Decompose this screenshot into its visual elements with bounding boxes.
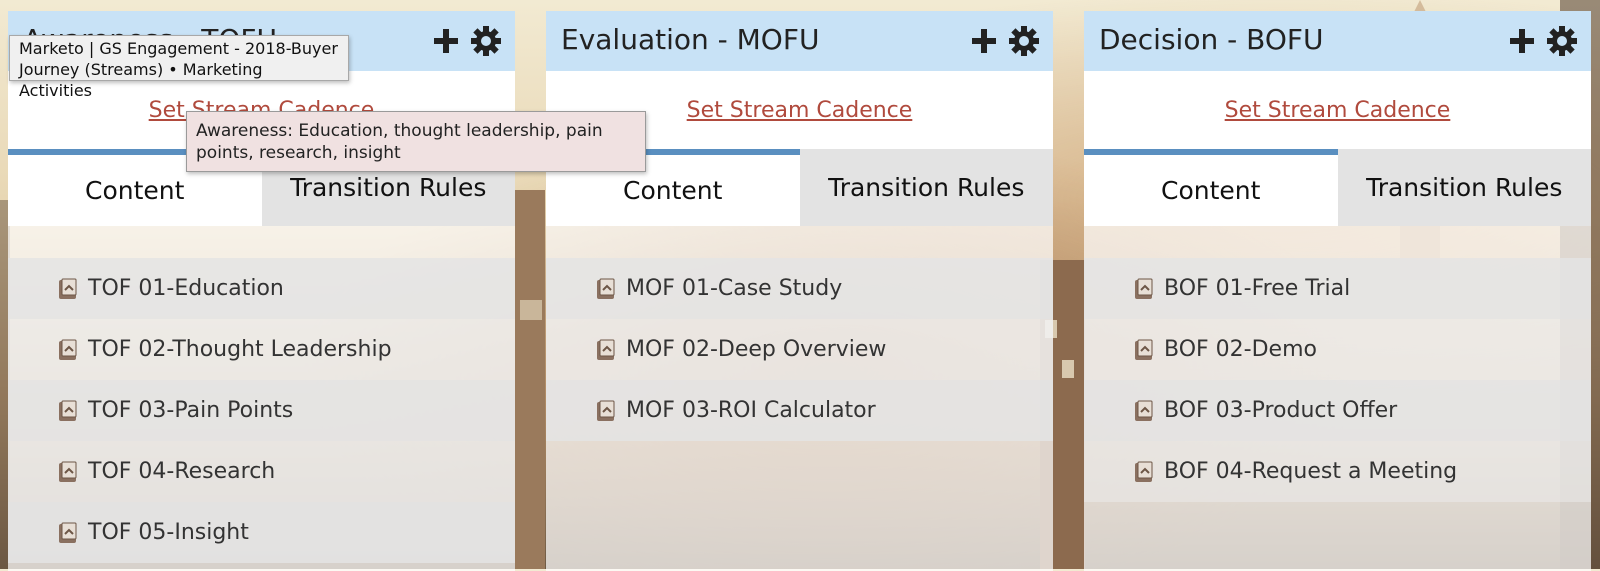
stream-evaluation: Evaluation - MOFU Set Stream Cadence Con… — [546, 11, 1053, 571]
list-item[interactable]: BOF 03-Product Offer — [1084, 380, 1591, 441]
list-item-label: MOF 01-Case Study — [626, 276, 843, 301]
tab-content[interactable]: Content — [1084, 149, 1338, 226]
list-item-label: TOF 01-Education — [88, 276, 284, 301]
list-item[interactable]: BOF 02-Demo — [1084, 319, 1591, 380]
stream-header: Evaluation - MOFU — [546, 11, 1053, 71]
email-icon — [59, 339, 77, 360]
email-icon — [597, 400, 615, 421]
content-list: TOF 01-Education TOF 02-Thought Leadersh… — [8, 258, 515, 563]
email-icon — [1135, 339, 1153, 360]
stream-decision: Decision - BOFU Set Stream Cadence Conte… — [1084, 11, 1591, 571]
stream-title[interactable]: Decision - BOFU — [1099, 23, 1323, 56]
list-item[interactable]: TOF 03-Pain Points — [8, 380, 515, 441]
list-item-label: BOF 04-Request a Meeting — [1164, 459, 1458, 484]
plus-icon[interactable] — [967, 24, 1001, 58]
email-icon — [597, 278, 615, 299]
gear-icon[interactable] — [1007, 24, 1041, 58]
gear-icon[interactable] — [469, 24, 503, 58]
set-stream-cadence-link[interactable]: Set Stream Cadence — [687, 98, 913, 123]
list-item[interactable]: MOF 03-ROI Calculator — [546, 380, 1053, 441]
list-item-label: TOF 05-Insight — [88, 520, 249, 545]
list-item[interactable]: TOF 04-Research — [8, 441, 515, 502]
stream-title[interactable]: Evaluation - MOFU — [561, 23, 819, 56]
list-item[interactable]: BOF 04-Request a Meeting — [1084, 441, 1591, 502]
stream-header: Decision - BOFU — [1084, 11, 1591, 71]
email-icon — [597, 339, 615, 360]
stream-tabs: Content Transition Rules — [1084, 149, 1591, 226]
list-item-label: TOF 03-Pain Points — [88, 398, 294, 423]
list-item-label: MOF 02-Deep Overview — [626, 337, 887, 362]
email-icon — [1135, 461, 1153, 482]
set-stream-cadence-link[interactable]: Set Stream Cadence — [1225, 98, 1451, 123]
list-item[interactable]: MOF 01-Case Study — [546, 258, 1053, 319]
tab-transition-rules[interactable]: Transition Rules — [799, 149, 1053, 226]
email-icon — [59, 400, 77, 421]
email-icon — [59, 522, 77, 543]
email-icon — [1135, 278, 1153, 299]
gear-icon[interactable] — [1545, 24, 1579, 58]
email-icon — [59, 278, 77, 299]
list-item-label: BOF 02-Demo — [1164, 337, 1317, 362]
stream-description-tooltip: Awareness: Education, thought leadership… — [186, 111, 646, 172]
list-item-label: TOF 04-Research — [88, 459, 276, 484]
plus-icon[interactable] — [1505, 24, 1539, 58]
list-item[interactable]: MOF 02-Deep Overview — [546, 319, 1053, 380]
list-item-label: TOF 02-Thought Leadership — [88, 337, 392, 362]
list-item[interactable]: TOF 02-Thought Leadership — [8, 319, 515, 380]
list-item[interactable]: TOF 05-Insight — [8, 502, 515, 563]
content-list: BOF 01-Free Trial BOF 02-Demo BOF 03-Pro… — [1084, 258, 1591, 502]
cadence-row: Set Stream Cadence — [1084, 71, 1591, 149]
list-item-label: BOF 03-Product Offer — [1164, 398, 1398, 423]
window-title-tooltip: Marketo | GS Engagement - 2018-Buyer Jou… — [9, 35, 349, 100]
plus-icon[interactable] — [429, 24, 463, 58]
tab-transition-rules[interactable]: Transition Rules — [1337, 149, 1591, 226]
list-item[interactable]: BOF 01-Free Trial — [1084, 258, 1591, 319]
list-item[interactable]: TOF 01-Education — [8, 258, 515, 319]
content-list: MOF 01-Case Study MOF 02-Deep Overview M… — [546, 258, 1053, 441]
list-item-label: BOF 01-Free Trial — [1164, 276, 1351, 301]
email-icon — [59, 461, 77, 482]
list-item-label: MOF 03-ROI Calculator — [626, 398, 876, 423]
email-icon — [1135, 400, 1153, 421]
